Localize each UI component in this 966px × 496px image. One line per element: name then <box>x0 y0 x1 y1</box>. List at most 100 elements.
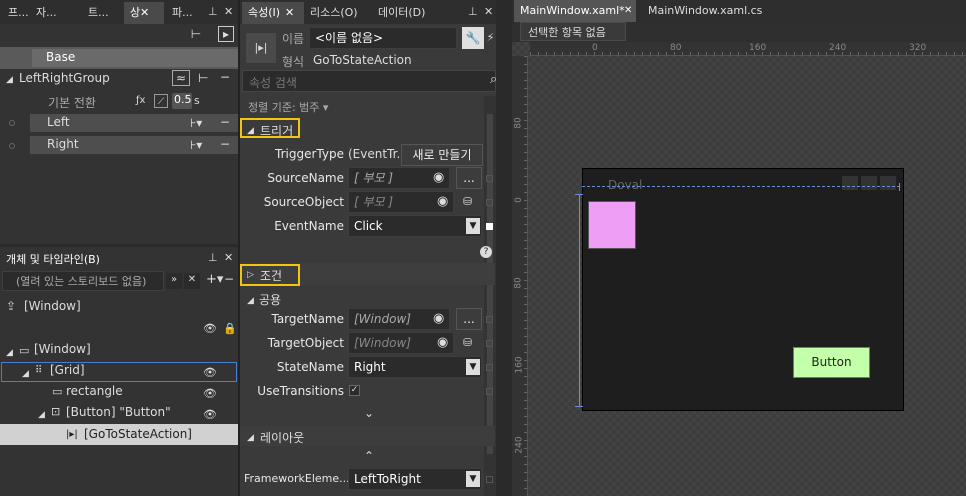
close-panel-icon[interactable]: ✕ <box>484 5 493 18</box>
tab-parts[interactable]: 파... <box>166 2 196 24</box>
grid-top-adorner[interactable] <box>582 186 900 187</box>
advanced-options-icon[interactable] <box>486 316 493 323</box>
rectangle-icon: ▭ <box>52 385 63 398</box>
type-value: GoToStateAction <box>313 53 412 67</box>
add-storyboard-icon[interactable]: +▾ <box>206 273 223 287</box>
remove-icon[interactable]: − <box>224 272 234 286</box>
close-icon[interactable]: ✕ <box>285 6 294 19</box>
tab-triggers[interactable]: 트... <box>82 2 110 24</box>
eventname-select[interactable]: Click <box>348 215 482 237</box>
remove-group-icon[interactable]: − <box>220 70 230 84</box>
add-state-icon[interactable]: ▸ <box>218 26 234 42</box>
eye-icon[interactable]: 👁 <box>203 322 217 336</box>
lock-icon[interactable]: 🔒 <box>223 322 237 336</box>
add-transition-icon[interactable]: ⊦▾ <box>190 116 202 130</box>
eye-icon[interactable]: 👁 <box>203 366 217 380</box>
tab-resources[interactable]: 리소스(O) <box>304 2 368 24</box>
state-group-name: LeftRightGroup <box>19 71 110 85</box>
chevron-down-icon[interactable]: ▼ <box>466 359 480 375</box>
advanced-options-icon[interactable] <box>486 223 493 230</box>
easing-function-icon[interactable]: ƒx <box>136 94 145 108</box>
target-picker-icon[interactable]: ◉ <box>437 195 448 209</box>
base-state-label: Base <box>46 50 76 64</box>
type-label: 형식 <box>282 55 305 69</box>
button-element-label: Button <box>811 355 852 369</box>
lightning-icon[interactable]: ⚡ <box>485 27 496 49</box>
sourcename-label: SourceName <box>267 171 344 185</box>
help-icon[interactable]: ? <box>480 246 492 258</box>
name-field[interactable]: <이름 없음> <box>309 27 457 49</box>
tree-label: [Grid] <box>50 363 85 377</box>
scope-up-icon[interactable]: ⇪ <box>6 299 16 313</box>
easing-curve-icon[interactable]: ⟋ <box>154 94 168 108</box>
pin-icon[interactable]: ⊥ <box>208 5 218 18</box>
close-icon[interactable]: ✕ <box>140 6 149 19</box>
tab-properties[interactable]: 속성(I) <box>242 2 304 24</box>
objects-panel-title: 개체 및 타임라인(B) <box>6 253 100 266</box>
close-panel-icon[interactable]: ✕ <box>224 5 233 18</box>
advanced-options-icon[interactable] <box>486 476 493 483</box>
ellipsis-button[interactable]: ... <box>456 167 482 189</box>
data-binding-icon[interactable]: ⛁ <box>463 336 472 350</box>
advanced-options-icon[interactable] <box>486 175 493 182</box>
chevron-down-icon[interactable]: ▼ <box>466 218 480 234</box>
expand-triangle-icon[interactable]: ◢ <box>22 367 29 381</box>
statename-select[interactable]: Right <box>348 356 482 378</box>
pin-icon[interactable]: ⊥ <box>208 251 218 264</box>
chevron-down-icon[interactable]: ▼ <box>466 471 480 487</box>
expand-triangle-icon[interactable]: ◢ <box>247 431 254 445</box>
ruler-tick-label: 320 <box>909 43 927 53</box>
usetransitions-checkbox[interactable]: ✓ <box>349 385 360 396</box>
advanced-options-icon[interactable] <box>486 388 493 395</box>
ruler-tick-label: 0 <box>592 43 598 53</box>
layout-section-label: 레이아웃 <box>260 431 305 445</box>
collapsed-triangle-icon[interactable]: ▷ <box>247 268 254 282</box>
expand-triangle-icon[interactable]: ◢ <box>6 73 13 87</box>
state-right-label: Right <box>47 137 79 151</box>
target-picker-icon[interactable]: ◉ <box>437 336 448 350</box>
remove-state-icon[interactable]: − <box>220 115 230 129</box>
tab-data[interactable]: 데이터(D) <box>372 2 436 24</box>
expand-triangle-icon[interactable]: ◢ <box>247 124 254 138</box>
target-picker-icon[interactable]: ◉ <box>433 171 444 185</box>
advanced-options-icon[interactable] <box>486 340 493 347</box>
data-binding-icon[interactable]: ⛁ <box>463 195 472 209</box>
storyboard-options-icon[interactable]: » <box>166 273 182 289</box>
state-record-dot[interactable] <box>9 143 15 149</box>
grid-left-adorner[interactable] <box>579 195 580 407</box>
expand-triangle-icon[interactable]: ◢ <box>38 408 45 422</box>
tab-mainwindow-xaml[interactable]: MainWindow.xaml* <box>514 0 636 22</box>
close-panel-icon[interactable]: ✕ <box>224 251 233 264</box>
advanced-options-icon[interactable] <box>486 199 493 206</box>
panel-splitter[interactable] <box>0 244 238 247</box>
advanced-options-icon[interactable] <box>486 364 493 371</box>
chevron-down-icon[interactable]: ⌄ <box>362 406 376 420</box>
tab-project[interactable]: 프... <box>2 2 28 24</box>
add-transition-icon[interactable]: ⊢ <box>198 71 208 85</box>
pin-icon[interactable]: ⊥ <box>468 5 478 18</box>
chevron-up-icon[interactable]: ⌃ <box>362 449 376 463</box>
close-storyboard-icon[interactable]: ✕ <box>184 273 200 289</box>
close-icon[interactable]: ✕ <box>624 5 632 16</box>
rectangle-element[interactable] <box>588 201 636 249</box>
tab-assets[interactable]: 자... <box>30 2 60 24</box>
wrench-icon[interactable]: 🔧 <box>462 27 484 49</box>
remove-state-icon[interactable]: − <box>220 137 230 151</box>
ellipsis-button[interactable]: ... <box>456 308 482 330</box>
new-trigger-button[interactable]: 새로 만들기 <box>401 144 483 166</box>
tree-label: [GoToStateAction] <box>84 427 192 441</box>
expand-triangle-icon[interactable]: ◢ <box>247 294 254 308</box>
transition-effect-icon[interactable]: ≈ <box>172 70 190 86</box>
eye-icon[interactable]: 👁 <box>203 387 217 401</box>
add-state-group-icon[interactable]: ⊢ <box>188 27 204 41</box>
eye-icon[interactable]: 👁 <box>203 408 217 422</box>
tab-mainwindow-xaml-cs[interactable]: MainWindow.xaml.cs <box>642 0 762 22</box>
ruler-tick-label: 240 <box>829 43 847 53</box>
target-picker-icon[interactable]: ◉ <box>433 312 444 326</box>
frameworkelement-select[interactable]: LeftToRight <box>348 468 482 490</box>
expand-triangle-icon[interactable]: ◢ <box>6 346 13 360</box>
add-transition-icon[interactable]: ⊦▾ <box>190 138 202 152</box>
button-icon: ⊡ <box>51 405 61 418</box>
sort-by-label[interactable]: 정렬 기준: 범주 ▾ <box>248 99 328 115</box>
state-record-dot[interactable] <box>9 120 15 126</box>
